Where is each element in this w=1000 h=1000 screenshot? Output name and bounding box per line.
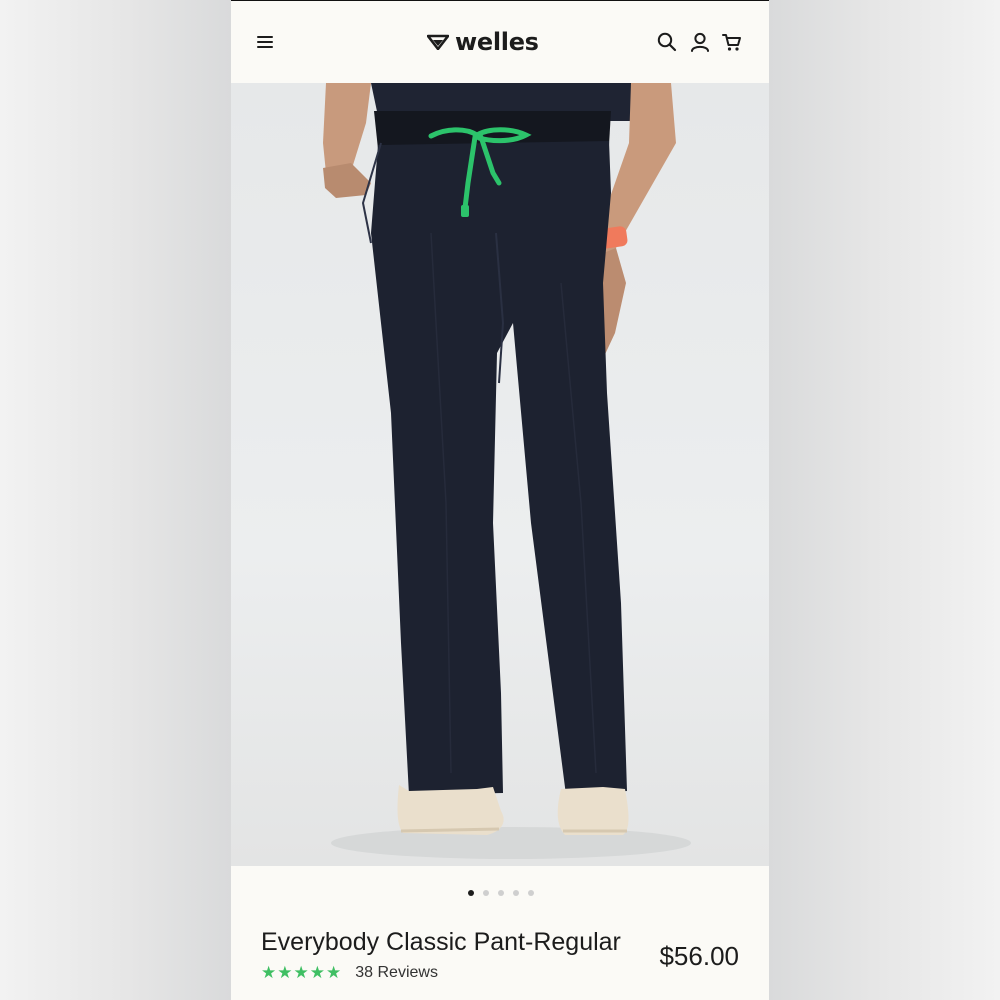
star-icon: ★ <box>293 963 309 983</box>
brand-name: welles <box>455 28 539 56</box>
hamburger-menu-icon[interactable] <box>257 36 273 49</box>
search-icon[interactable] <box>656 31 678 53</box>
star-icon: ★ <box>309 963 325 983</box>
star-icon: ★ <box>326 963 342 983</box>
gallery-pagination <box>231 890 769 900</box>
gallery-dot-1[interactable] <box>468 890 474 896</box>
star-icon: ★ <box>277 963 293 983</box>
gallery-dot-2[interactable] <box>483 890 489 896</box>
reviews-link[interactable]: 38 Reviews <box>355 964 438 982</box>
star-icon: ★ <box>261 963 277 983</box>
gallery-dot-3[interactable] <box>498 890 504 896</box>
cart-icon[interactable] <box>721 31 743 53</box>
background-blur-right <box>769 0 1000 1000</box>
product-photo-illustration <box>323 83 691 859</box>
product-price: $56.00 <box>659 941 739 971</box>
welles-logo-icon <box>427 34 449 50</box>
product-image[interactable] <box>231 83 769 866</box>
product-page: welles Everybody Classic Pant-Regular $5… <box>231 0 769 1000</box>
background-blur-left <box>0 0 231 1000</box>
product-title: Everybody Classic Pant-Regular <box>261 928 621 956</box>
brand-logo[interactable]: welles <box>427 25 539 59</box>
product-rating[interactable]: ★ ★ ★ ★ ★ 38 Reviews <box>261 963 438 983</box>
account-icon[interactable] <box>689 31 711 53</box>
gallery-dot-5[interactable] <box>528 890 534 896</box>
rating-stars: ★ ★ ★ ★ ★ <box>261 963 341 983</box>
site-header: welles <box>231 1 769 83</box>
gallery-dot-4[interactable] <box>513 890 519 896</box>
